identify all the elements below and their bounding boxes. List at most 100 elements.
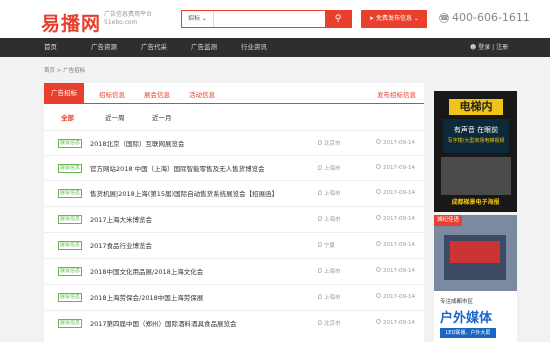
item-date-text: 2017-09-14	[383, 165, 415, 171]
item-city: 北京市	[318, 319, 341, 327]
location-icon	[318, 190, 322, 195]
item-city: 上海市	[318, 189, 341, 197]
status-badge: 展会信息	[58, 319, 82, 328]
site-logo[interactable]: 易播网	[41, 9, 101, 36]
list-item[interactable]: 展会信息 2017上海大米博览会 上海市 2017-09-14	[44, 206, 424, 230]
clock-icon	[376, 293, 381, 298]
header: 易播网 广告信息费用平台 51ebo.com 招标 ⌄ ⚲ ➤ 免费发布信息 ⌄…	[0, 0, 550, 38]
item-city: 上海市	[318, 215, 341, 223]
item-date-text: 2017-09-14	[383, 320, 415, 326]
item-city-text: 上海市	[324, 269, 341, 275]
item-city-text: 上海市	[324, 295, 341, 301]
item-date-text: 2017-09-14	[383, 268, 415, 274]
location-icon	[318, 242, 322, 247]
list-item[interactable]: 展会信息 2018上海劳保会/2018中国上海劳保展 上海市 2017-09-1…	[44, 284, 424, 308]
publish-bidding-link[interactable]: 发布招标信息	[377, 89, 416, 99]
status-badge: 展会信息	[58, 164, 82, 173]
nav-item-monitoring[interactable]: 广告监测	[191, 38, 217, 57]
list-item[interactable]: 展会信息 2018中国文化用品展/2018上海文化会 上海市 2017-09-1…	[44, 258, 424, 282]
item-city: 宁夏	[318, 241, 335, 249]
item-title[interactable]: 2018北京（国际）互联网展览会	[90, 138, 185, 148]
location-icon	[318, 216, 322, 221]
clock-icon	[376, 241, 381, 246]
hotline: ☎ 400-606-1611	[439, 11, 530, 24]
item-date-text: 2017-09-14	[383, 294, 415, 300]
filter-week[interactable]: 近一周	[105, 112, 125, 122]
item-title[interactable]: 2018中国文化用品展/2018上海文化会	[90, 266, 203, 276]
item-date-text: 2017-09-14	[383, 216, 415, 222]
item-date: 2017-09-14	[376, 215, 415, 222]
item-title[interactable]: 2017上海大米博览会	[90, 214, 152, 224]
filter-all[interactable]: 全部	[61, 112, 74, 122]
filter-month[interactable]: 近一月	[152, 112, 172, 122]
search-button[interactable]: ⚲	[325, 11, 351, 27]
nav-item-resources[interactable]: 广告资源	[91, 38, 117, 57]
item-city: 上海市	[318, 293, 341, 301]
item-title[interactable]: 2017第四届中国（郑州）国际酒料酒具食品展览会	[90, 318, 237, 328]
ad-line-1: 专注成都市区	[440, 299, 474, 305]
logo-tagline-1: 广告信息费用平台	[104, 11, 153, 18]
status-badge: 展会信息	[58, 139, 82, 148]
nav-item-news[interactable]: 行业资讯	[241, 38, 267, 57]
location-icon	[318, 268, 322, 273]
status-badge: 展会信息	[58, 189, 82, 198]
category-tabs: 广告招标 招标信息 展会信息 活动信息 发布招标信息	[44, 83, 424, 104]
item-title[interactable]: 2018上海劳保会/2018中国上海劳保展	[90, 292, 203, 302]
item-city-text: 北京市	[324, 141, 341, 147]
item-date-text: 2017-09-14	[383, 190, 415, 196]
breadcrumb-current: 广告招标	[63, 68, 86, 74]
ad-badge: 城纪佳语	[434, 215, 462, 226]
ad-footer-text: 成都梯景电子海报	[451, 199, 500, 206]
tab-event-info[interactable]: 活动信息	[189, 89, 215, 99]
item-date: 2017-09-14	[376, 293, 415, 300]
item-city-text: 北京市	[324, 321, 341, 327]
location-icon	[318, 294, 322, 299]
search-type-select[interactable]: 招标 ⌄	[182, 11, 214, 27]
item-city: 上海市	[318, 267, 341, 275]
location-icon	[318, 320, 322, 325]
clock-icon	[376, 319, 381, 324]
item-city-text: 上海市	[324, 217, 341, 223]
item-date: 2017-09-14	[376, 267, 415, 274]
item-title[interactable]: 售货机展|2018上海(第15届)国际自动售货系统展览会【招展函】	[90, 188, 278, 198]
list-item[interactable]: 展会信息 2018北京（国际）互联网展览会 北京市 2017-09-14	[44, 130, 424, 154]
user-links: ☻ 登录 | 注册	[470, 38, 508, 57]
ad-screen-graphic: 有声音 在眼前 写字楼/大型商场电梯视频	[443, 119, 509, 153]
item-title[interactable]: 2017食品行业博览会	[90, 240, 152, 250]
tab-exhibition-info[interactable]: 展会信息	[144, 89, 170, 99]
item-city: 上海市	[318, 164, 341, 172]
outdoor-ad-banner[interactable]: 城纪佳语 专注成都市区 户外媒体 LED联播、户外大屏	[434, 215, 517, 342]
nav-item-procurement[interactable]: 广告代采	[141, 38, 167, 57]
elevator-ad-banner[interactable]: 电梯内 有声音 在眼前 写字楼/大型商场电梯视频 成都梯景电子海报	[434, 91, 517, 212]
list-item[interactable]: 展会信息 售货机展|2018上海(第15届)国际自动售货系统展览会【招展函】 上…	[44, 180, 424, 204]
status-badge: 展会信息	[58, 293, 82, 302]
main-nav: 首页 广告资源 广告代采 广告监测 行业资讯 ☻ 登录 | 注册	[0, 38, 550, 57]
ad-line-3: LED联播、户外大屏	[440, 328, 496, 338]
tab-ad-bidding[interactable]: 广告招标	[44, 83, 84, 104]
register-link[interactable]: 注册	[496, 44, 508, 51]
send-icon: ➤	[369, 15, 375, 22]
list-item[interactable]: 展会信息 2017食品行业博览会 宁夏 2017-09-14	[44, 232, 424, 256]
phone-icon: ☎	[439, 13, 449, 23]
breadcrumb: 首页 > 广告招标	[44, 66, 85, 74]
ad-screen-subtext: 写字楼/大型商场电梯视频	[447, 138, 505, 144]
publish-button[interactable]: ➤ 免费发布信息 ⌄	[361, 10, 427, 28]
user-icon: ☻	[470, 44, 477, 51]
item-date: 2017-09-14	[376, 241, 415, 248]
nav-item-home[interactable]: 首页	[44, 38, 57, 57]
breadcrumb-separator: >	[56, 68, 62, 74]
list-item[interactable]: 展会信息 2017第四届中国（郑州）国际酒料酒具食品展览会 北京市 2017-0…	[44, 310, 424, 334]
tab-bidding-info[interactable]: 招标信息	[99, 89, 125, 99]
publish-label: 免费发布信息 ⌄	[375, 15, 419, 22]
nav-divider: |	[492, 44, 495, 51]
ad-photo: 城纪佳语	[434, 215, 517, 291]
ad-screen-text: 有声音 在眼前	[453, 126, 499, 134]
ad-elevator-graphic	[441, 157, 511, 195]
list-item[interactable]: 展会信息 官方网站2018 中国（上海）国际智能零售及无人售货博览会 上海市 2…	[44, 155, 424, 179]
item-date: 2017-09-14	[376, 319, 415, 326]
login-link[interactable]: 登录	[478, 44, 490, 51]
ad-led-screen-graphic	[450, 241, 500, 263]
ad-headline: 电梯内	[449, 99, 503, 115]
item-title[interactable]: 官方网站2018 中国（上海）国际智能零售及无人售货博览会	[90, 163, 265, 173]
breadcrumb-home[interactable]: 首页	[44, 68, 55, 74]
